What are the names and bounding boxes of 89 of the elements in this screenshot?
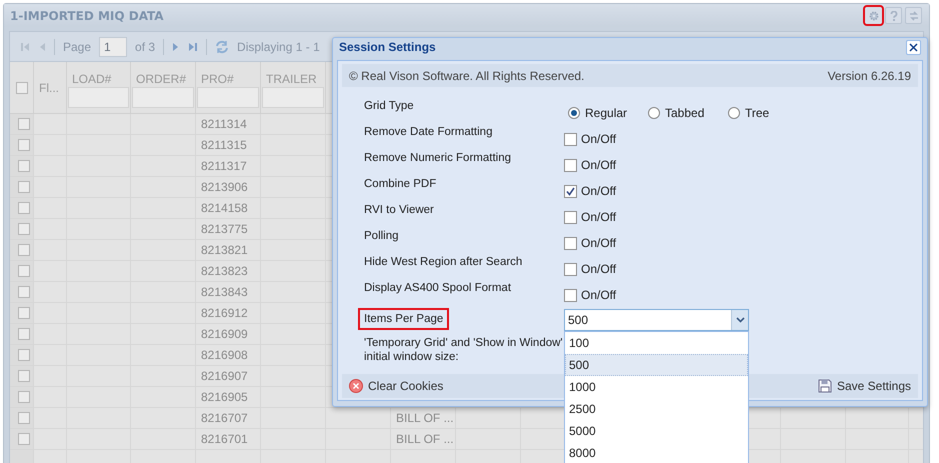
setting-label: Grid Type: [364, 99, 414, 113]
tool-button[interactable]: [885, 7, 902, 24]
table-cell-text: 8211317: [201, 158, 247, 175]
setting-label: Combine PDF: [364, 177, 436, 191]
row-checkbox[interactable]: [18, 160, 30, 172]
on-off-checkbox[interactable]: On/Off: [564, 280, 616, 306]
radio-option[interactable]: Regular: [568, 104, 648, 122]
setting-label: Polling: [364, 229, 399, 243]
page-number-field[interactable]: 1: [99, 36, 128, 56]
on-off-checkbox[interactable]: On/Off: [564, 150, 616, 176]
row-checkbox[interactable]: [18, 328, 30, 340]
dialog-title: Session Settings: [339, 39, 437, 56]
row-checkbox[interactable]: [18, 307, 30, 319]
row-checkbox[interactable]: [18, 349, 30, 361]
first-page-icon[interactable]: [20, 42, 30, 52]
tool-button[interactable]: [905, 7, 922, 24]
checkmark-icon: [566, 186, 575, 196]
row-checkbox[interactable]: [18, 139, 30, 151]
row-checkbox[interactable]: [18, 265, 30, 277]
table-cell-text: 8213843: [201, 284, 248, 301]
copyright-text: © Real Vison Software. All Rights Reserved.: [349, 68, 584, 84]
help-icon: [890, 10, 898, 20]
close-icon: [909, 42, 918, 52]
row-checkbox[interactable]: [18, 370, 30, 382]
row-checkbox[interactable]: [18, 223, 30, 235]
dropdown-option[interactable]: 1000: [565, 376, 748, 398]
table-cell-text: 8216909: [201, 326, 248, 343]
settings-icon: [868, 10, 878, 20]
row-checkbox[interactable]: [18, 412, 30, 424]
table-cell-text: 8216707: [201, 410, 248, 427]
on-off-checkbox[interactable]: On/Off: [564, 202, 616, 228]
setting-label: Display AS400 Spool Format: [364, 281, 512, 295]
table-cell-text: 8213823: [201, 263, 248, 280]
column-filter-field[interactable]: [262, 87, 324, 108]
table-cell-text: 8213775: [201, 221, 248, 238]
table-cell-text: 8216908: [201, 347, 248, 364]
setting-label: RVI to Viewer: [364, 203, 434, 217]
table-cell-text: 8216907: [201, 368, 248, 385]
page-count: of 3: [135, 38, 156, 56]
previous-page-icon[interactable]: [38, 42, 46, 52]
panel-title: 1-IMPORTED MIQ DATA: [10, 8, 165, 24]
row-checkbox[interactable]: [18, 181, 30, 193]
dropdown-option[interactable]: 100: [565, 332, 748, 354]
row-checkbox[interactable]: [18, 286, 30, 298]
refresh-icon[interactable]: [215, 40, 230, 54]
column-filter-field[interactable]: [132, 87, 194, 108]
setting-label: Items Per Page: [358, 308, 450, 330]
row-checkbox[interactable]: [18, 244, 30, 256]
refresh-icon: [908, 10, 918, 20]
row-checkbox[interactable]: [18, 118, 30, 130]
setting-label: Remove Date Formatting: [364, 125, 492, 139]
close-circle-icon: [349, 379, 363, 393]
setting-label: Hide West Region after Search: [364, 255, 522, 269]
setting-label: Remove Numeric Formatting: [364, 151, 511, 165]
setting-label: 'Temporary Grid' and 'Show in Window' initial window size:: [364, 336, 564, 364]
table-cell-text: 8213821: [201, 242, 248, 259]
table-cell-text: 8216905: [201, 389, 248, 406]
column-filter-field[interactable]: [68, 87, 129, 108]
radio-option[interactable]: Tabbed: [648, 104, 728, 122]
table-cell-text: 8211315: [201, 137, 247, 154]
on-off-checkbox[interactable]: On/Off: [564, 228, 616, 254]
table-cell-text: 8211314: [201, 116, 247, 133]
on-off-checkbox[interactable]: On/Off: [564, 124, 616, 150]
on-off-checkbox[interactable]: On/Off: [564, 254, 616, 280]
table-cell-text: 8216912: [201, 305, 248, 322]
on-off-checkbox[interactable]: On/Off: [564, 176, 616, 202]
table-cell-text: 8213906: [201, 179, 248, 196]
row-checkbox[interactable]: [18, 433, 30, 445]
table-cell-text: 8214158: [201, 200, 248, 217]
table-cell-text: BILL OF ...: [396, 410, 454, 427]
column-filter-field[interactable]: [197, 87, 259, 108]
save-settings-button[interactable]: Save Settings: [818, 377, 911, 395]
chevron-down-icon: [736, 317, 744, 323]
tool-button[interactable]: [865, 7, 882, 24]
items-per-page-select[interactable]: 500: [564, 309, 749, 331]
dropdown-option[interactable]: 500: [565, 354, 748, 376]
row-checkbox[interactable]: [16, 82, 28, 94]
table-cell-text: BILL OF ...: [396, 431, 454, 448]
next-page-icon[interactable]: [172, 42, 180, 52]
radio-option[interactable]: Tree: [728, 104, 808, 122]
page-label: Page: [63, 38, 92, 56]
row-checkbox[interactable]: [18, 202, 30, 214]
last-page-icon[interactable]: [188, 42, 198, 52]
clear-cookies-button[interactable]: Clear Cookies: [349, 377, 444, 395]
table-cell-text: 8216701: [201, 431, 248, 448]
displaying-text: Displaying 1 - 1: [237, 38, 320, 56]
close-button[interactable]: [906, 40, 921, 54]
version-text: Version 6.26.19: [828, 68, 911, 84]
row-checkbox[interactable]: [18, 391, 30, 403]
